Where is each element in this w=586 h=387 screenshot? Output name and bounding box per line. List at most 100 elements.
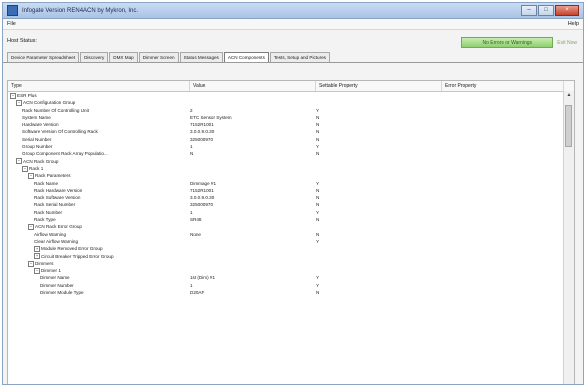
collapse-icon[interactable]: − bbox=[28, 224, 34, 231]
cell-settable: Y bbox=[316, 209, 320, 215]
table-row[interactable]: Rack Number Of Controlling Unit 2 Y bbox=[8, 107, 574, 114]
table-row[interactable]: Rack Serial Number 325000970 N bbox=[8, 201, 574, 208]
cell-error bbox=[442, 114, 564, 121]
table-row[interactable]: − ACN Configuration Group bbox=[8, 99, 574, 107]
table-row[interactable]: Software Version Of Controlling Rack 3.0.… bbox=[8, 128, 574, 135]
cell-type: Rack Serial Number bbox=[8, 201, 190, 208]
cell-error bbox=[442, 231, 564, 238]
table-row[interactable]: − Rack Parameters bbox=[8, 172, 574, 180]
table-row[interactable]: Rack Type SR48 N bbox=[8, 216, 574, 223]
scroll-up-icon[interactable]: ▲ bbox=[564, 91, 574, 99]
host-buttons: No Errors or Warnings Exit Now bbox=[461, 37, 577, 48]
column-header-value[interactable]: Value bbox=[190, 81, 316, 91]
cell-value: Dimmage #1 bbox=[190, 180, 217, 186]
maximize-button[interactable]: □ bbox=[538, 5, 554, 16]
cell-value bbox=[190, 158, 316, 165]
expand-icon[interactable]: + bbox=[34, 246, 40, 253]
cell-value: 325000970 bbox=[190, 136, 213, 142]
vertical-scrollbar[interactable]: ▲ bbox=[563, 91, 574, 384]
table-body: − ESR Plus − ACN Configuration Group Rack Nu… bbox=[8, 92, 574, 296]
column-header-settable[interactable]: Settable Property bbox=[316, 81, 442, 91]
type-label: ACN Configuration Group bbox=[23, 100, 76, 106]
cell-settable bbox=[316, 172, 442, 179]
cell-type: Dimmer Number bbox=[8, 282, 190, 289]
collapse-icon[interactable]: − bbox=[10, 92, 16, 99]
collapse-icon[interactable]: − bbox=[34, 267, 40, 274]
cell-type: Dimmer Module Type bbox=[8, 289, 190, 296]
cell-type: Rack Number Of Controlling Unit bbox=[8, 107, 190, 114]
collapse-icon[interactable]: − bbox=[28, 260, 34, 267]
cell-error bbox=[442, 289, 564, 296]
table-row[interactable]: Rack Number 1 Y bbox=[8, 209, 574, 216]
cell-settable: N bbox=[316, 231, 320, 237]
type-label: Serial Number bbox=[22, 136, 52, 142]
cell-settable bbox=[316, 158, 442, 165]
table-row[interactable]: Airflow Warning None N bbox=[8, 231, 574, 238]
table-row[interactable]: Dimmer Number 1 Y bbox=[8, 282, 574, 289]
table-row[interactable]: Group Component Rack Array Populatio... N… bbox=[8, 150, 574, 157]
column-header-error[interactable]: Error Property bbox=[442, 81, 564, 91]
type-label: ACN Rack Group bbox=[23, 158, 59, 164]
table-row[interactable]: Rack Hardware Version 7152R1001 N bbox=[8, 187, 574, 194]
cell-type: Dimmer Name bbox=[8, 274, 190, 281]
type-label: Circuit Breaker Tripped Error Group bbox=[41, 253, 114, 259]
cell-settable bbox=[316, 165, 442, 172]
column-header-type[interactable]: Type bbox=[8, 81, 190, 91]
exit-now-button[interactable]: Exit Now bbox=[557, 40, 577, 46]
tab-status-messages[interactable]: Status Messages bbox=[179, 52, 223, 62]
cell-type: − Rack 1 bbox=[8, 165, 190, 172]
minimize-button[interactable]: – bbox=[521, 5, 537, 16]
cell-error bbox=[442, 274, 564, 281]
expand-icon[interactable]: + bbox=[34, 253, 40, 260]
collapse-icon[interactable]: − bbox=[16, 100, 22, 107]
scroll-thumb[interactable] bbox=[565, 105, 572, 147]
type-label: ACN Rack Error Group bbox=[35, 224, 82, 230]
tab-acn-components[interactable]: ACN Components bbox=[223, 52, 269, 62]
collapse-icon[interactable]: − bbox=[16, 158, 22, 165]
cell-error bbox=[442, 92, 564, 99]
table-row[interactable]: − ESR Plus bbox=[8, 92, 574, 99]
cell-value: 3.0.0.9.0.30 bbox=[190, 195, 215, 201]
tab-dmx-map[interactable]: DMX Map bbox=[109, 52, 138, 62]
title-bar[interactable]: Infogate Version REN4ACN by Mykron, Inc.… bbox=[3, 3, 583, 19]
cell-settable: Y bbox=[316, 275, 320, 281]
table-row[interactable]: + Circuit Breaker Tripped Error Group bbox=[8, 253, 574, 260]
table-row[interactable]: Hardware Version 7152R1001 N bbox=[8, 121, 574, 128]
cell-type: Clear Airflow Warning bbox=[8, 238, 190, 245]
tab-dimmer-screen[interactable]: Dimmer Screen bbox=[138, 52, 179, 62]
table-row[interactable]: − ACN Rack Error Group bbox=[8, 223, 574, 231]
cell-error bbox=[442, 158, 564, 165]
type-label: Rack Hardware Version bbox=[34, 187, 83, 193]
close-button[interactable]: × bbox=[555, 5, 579, 16]
status-button[interactable]: No Errors or Warnings bbox=[461, 37, 554, 48]
collapse-icon[interactable]: − bbox=[28, 173, 34, 180]
table-row[interactable]: System Name ETC Sensor System N bbox=[8, 114, 574, 121]
tab-device-parameter-spreadsheet[interactable]: Device Parameter Spreadsheet bbox=[7, 52, 80, 62]
cell-value bbox=[190, 260, 316, 267]
table-row[interactable]: Dimmer Module Type D20AF N bbox=[8, 289, 574, 296]
table-row[interactable]: Rack Name Dimmage #1 Y bbox=[8, 180, 574, 187]
table-row[interactable]: + Module Removed Error Group bbox=[8, 245, 574, 253]
cell-type: System Name bbox=[8, 114, 190, 121]
table-row[interactable]: − Rack 1 bbox=[8, 165, 574, 172]
cell-value bbox=[190, 165, 316, 172]
table-row[interactable]: Clear Airflow Warning Y bbox=[8, 238, 574, 245]
cell-error bbox=[442, 216, 564, 223]
cell-type: Serial Number bbox=[8, 136, 190, 143]
table-row[interactable]: Serial Number 325000970 N bbox=[8, 136, 574, 143]
table-row[interactable]: − ACN Rack Group bbox=[8, 158, 574, 165]
collapse-icon[interactable]: − bbox=[22, 165, 28, 172]
table-row[interactable]: Rack Software Version 3.0.0.9.0.30 N bbox=[8, 194, 574, 201]
table-row[interactable]: − Dimmer 1 bbox=[8, 267, 574, 274]
cell-settable bbox=[316, 223, 442, 230]
cell-settable: N bbox=[316, 187, 320, 193]
table-row[interactable]: Dimmer Name 1st (Dim) #1 Y bbox=[8, 274, 574, 281]
tab-discovery[interactable]: Discovery bbox=[80, 52, 109, 62]
tab-tests-setup-and-pictures[interactable]: Tests, Setup and Pictures bbox=[269, 52, 330, 62]
cell-error bbox=[442, 150, 564, 157]
menu-file[interactable]: File bbox=[7, 21, 16, 27]
table-row[interactable]: Group Number 1 Y bbox=[8, 143, 574, 150]
table-row[interactable]: − Dimmers bbox=[8, 260, 574, 267]
type-label: Dimmer 1 bbox=[41, 268, 61, 274]
menu-help[interactable]: Help bbox=[568, 21, 579, 27]
